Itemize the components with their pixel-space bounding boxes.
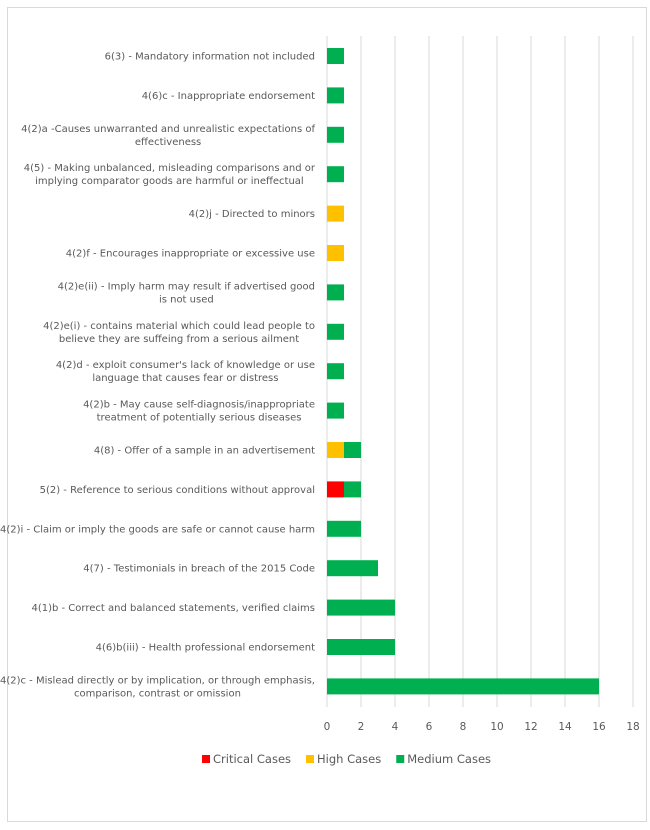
bar-medium-cases — [327, 599, 395, 616]
bar-medium-cases — [344, 442, 361, 458]
x-tick-label: 4 — [392, 721, 399, 733]
legend-swatch-critical-cases — [202, 755, 210, 763]
category-labels: 6(3) - Mandatory information not include… — [0, 52, 316, 700]
category-label: 4(1)b - Correct and balanced statements,… — [31, 603, 315, 614]
x-tick-label: 12 — [524, 721, 537, 733]
bar-medium-cases — [327, 48, 344, 64]
bar-medium-cases — [327, 639, 395, 655]
category-label: 4(2)b - May cause self-diagnosis/inappro… — [83, 400, 315, 424]
legend-swatch-medium-cases — [396, 755, 405, 763]
x-tick-label: 16 — [592, 721, 606, 733]
x-tick-label: 6 — [426, 721, 433, 733]
bar-critical-cases — [327, 481, 344, 498]
bar-medium-cases — [327, 363, 344, 380]
legend-label[interactable]: Critical Cases — [213, 752, 291, 766]
bar-medium-cases — [344, 481, 361, 498]
category-label: 4(2)i - Claim or imply the goods are saf… — [0, 524, 315, 535]
bar-medium-cases — [327, 520, 361, 537]
category-label: 4(2)e(ii) - Imply harm may result if adv… — [58, 281, 315, 305]
category-label: 4(5) - Making unbalanced, misleading com… — [24, 163, 316, 187]
category-label: 4(2)d - exploit consumer's lack of knowl… — [56, 360, 315, 384]
x-tick-label: 10 — [490, 721, 503, 733]
x-tick-label: 18 — [626, 721, 639, 733]
bar-medium-cases — [327, 87, 344, 104]
category-label: 4(2)e(i) - contains material which could… — [43, 321, 315, 345]
category-label: 4(8) - Offer of a sample in an advertise… — [94, 446, 315, 457]
bar-high-cases — [327, 245, 344, 261]
category-label: 4(6)b(iii) - Health professional endorse… — [96, 643, 315, 654]
x-tick-label: 2 — [358, 721, 365, 733]
legend: Critical Cases High Cases Medium Cases — [202, 752, 491, 766]
legend-swatch-high-cases — [306, 755, 315, 763]
category-label: 5(2) - Reference to serious conditions w… — [40, 485, 315, 496]
bar-medium-cases — [327, 323, 344, 340]
category-label: 4(2)c - Mislead directly or by implicati… — [0, 675, 315, 699]
x-tick-label: 14 — [558, 721, 572, 733]
x-tick-label: 0 — [324, 721, 331, 733]
category-label: 4(2)f - Encourages inappropriate or exce… — [66, 249, 315, 260]
bar-medium-cases — [327, 560, 378, 577]
legend-label[interactable]: Medium Cases — [407, 752, 491, 766]
legend-label[interactable]: High Cases — [317, 752, 381, 766]
bar-medium-cases — [327, 166, 344, 183]
bar-medium-cases — [327, 284, 344, 301]
bar-medium-cases — [327, 402, 344, 419]
bar-high-cases — [327, 205, 344, 222]
bar-high-cases — [327, 442, 344, 458]
category-label: 4(2)a -Causes unwarranted and unrealisti… — [21, 124, 315, 148]
bar-medium-cases — [327, 678, 599, 695]
category-label: 4(7) - Testimonials in breach of the 201… — [83, 564, 315, 575]
category-label: 4(2)j - Directed to minors — [189, 209, 315, 220]
x-axis-ticks: 0 2 4 6 8 10 12 14 16 18 — [324, 721, 640, 733]
category-label: 6(3) - Mandatory information not include… — [105, 52, 315, 63]
stacked-bar-chart: 6(3) - Mandatory information not include… — [0, 36, 640, 766]
category-label: 4(6)c - Inappropriate endorsement — [142, 91, 315, 102]
x-tick-label: 8 — [460, 721, 467, 733]
bar-medium-cases — [327, 126, 344, 143]
